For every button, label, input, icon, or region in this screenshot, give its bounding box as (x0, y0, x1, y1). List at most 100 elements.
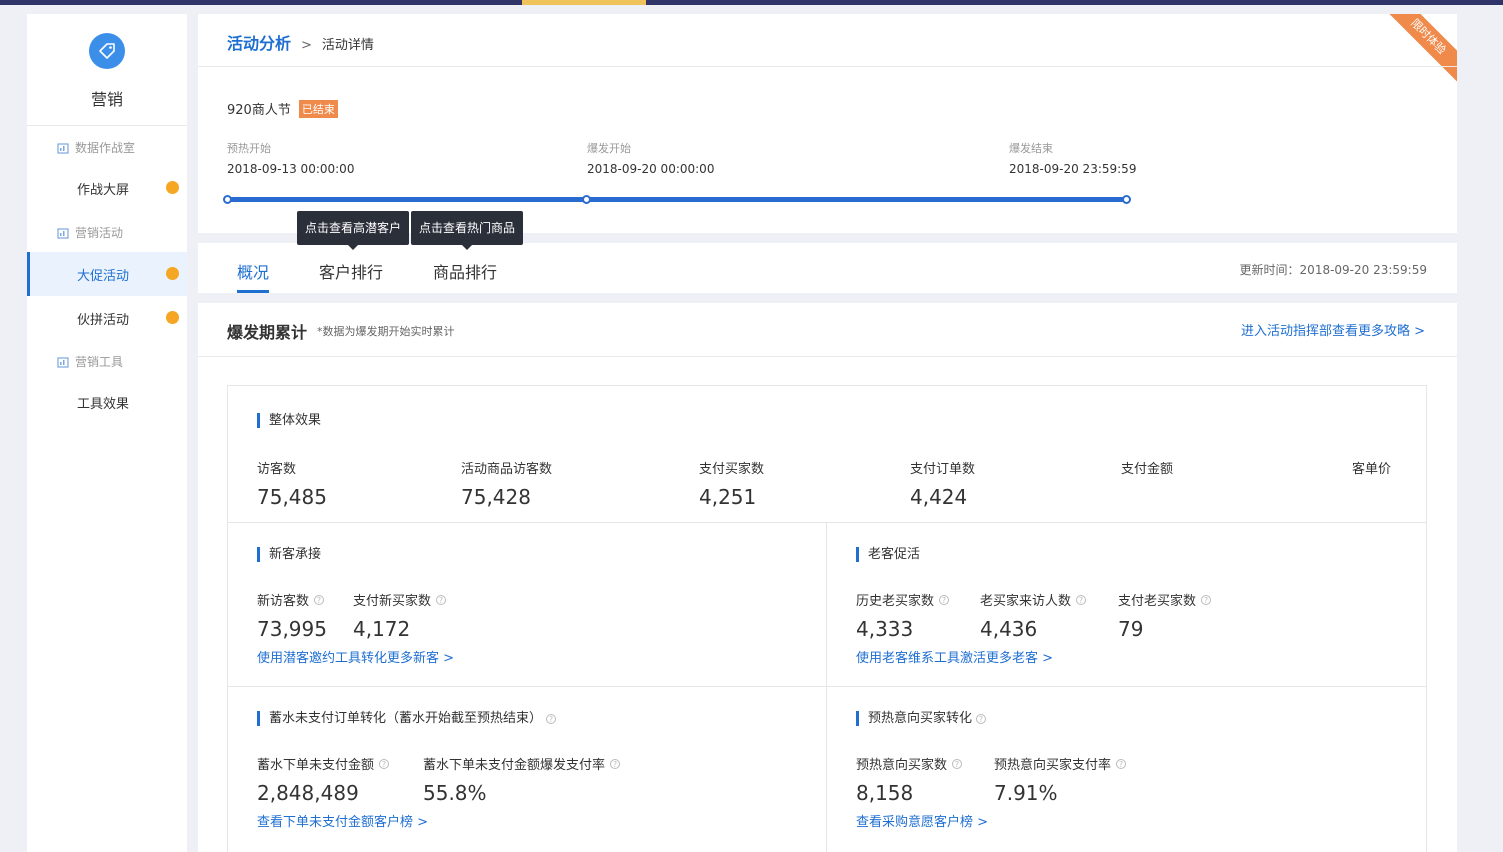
metric-label-row: 蓄水下单未支付金额? (257, 754, 390, 773)
sidebar-item-label: 大促活动 (77, 268, 130, 284)
tab-customer-ranking[interactable]: 客户排行 (319, 259, 383, 283)
top-bar-active-indicator (522, 0, 646, 5)
tooltip-hot-products: 点击查看热门商品 (411, 211, 524, 250)
metric-label: 支付新买家数 (353, 594, 432, 609)
timeline-track (228, 197, 1127, 202)
sidebar-item-group-buy[interactable]: 伙拼活动 (27, 296, 187, 340)
block-title-text: 预热意向买家转化 (868, 711, 973, 726)
metric-paid-amount: 支付金额 (1121, 458, 1173, 485)
metric-new-visitors: 新访客数? 73,995 (257, 590, 327, 641)
block-title-deposit-conversion: 蓄水未支付订单转化（蓄水开始截至预热结束）? (257, 711, 557, 726)
help-icon[interactable]: ? (976, 713, 987, 724)
timeline-node (1122, 195, 1131, 204)
metric-label: 新访客数 (257, 594, 310, 609)
metric-value: 4,424 (910, 485, 968, 509)
help-icon[interactable]: ? (379, 758, 390, 769)
help-icon[interactable]: ? (1116, 758, 1127, 769)
breadcrumb-link-activity-analysis[interactable]: 活动分析 (227, 30, 291, 54)
link-purchase-intent-ranking[interactable]: 查看采购意愿客户榜 > (856, 811, 988, 830)
metric-value: 4,251 (699, 485, 757, 509)
metric-value: 8,158 (856, 781, 914, 805)
chart-icon (57, 227, 69, 239)
phase-time: 2018-09-20 23:59:59 (1009, 162, 1137, 176)
sidebar-item-label: 伙拼活动 (77, 312, 130, 328)
block-title-preheat-conversion: 预热意向买家转化? (856, 711, 987, 726)
metric-label-row: 蓄水下单未支付金额爆发支付率? (423, 754, 621, 773)
sidebar-group-marketing-tools: 营销工具 (57, 353, 123, 370)
phase-label: 爆发开始 (587, 142, 631, 155)
help-icon[interactable]: ? (952, 758, 963, 769)
phase-burst-end: 爆发结束 2018-09-20 23:59:59 (1009, 140, 1136, 176)
metric-value: 75,428 (461, 485, 531, 509)
link-invite-potential-customers[interactable]: 使用潜客邀约工具转化更多新客 > (257, 647, 454, 666)
metric-label-row: 新访客数? (257, 590, 327, 609)
metric-preheat-intent-pay-rate: 预热意向买家支付率? 7.91% (994, 754, 1127, 805)
section-title: 爆发期累计 (227, 323, 308, 342)
top-bar (0, 0, 1503, 5)
event-title-row: 920商人节 已结束 (227, 99, 338, 118)
block-title-text: 老客促活 (868, 547, 921, 562)
metric-label-row: 支付老买家数? (1118, 590, 1212, 609)
metric-value: 4,172 (353, 617, 411, 641)
help-icon[interactable]: ? (436, 594, 447, 605)
sidebar-item-battle-screen[interactable]: 作战大屏 (27, 166, 187, 210)
sidebar-item-label: 工具效果 (77, 396, 130, 412)
metric-deposit-burst-pay-rate: 蓄水下单未支付金额爆发支付率? 55.8% (423, 754, 621, 805)
breadcrumb-separator: > (301, 38, 312, 53)
help-icon[interactable]: ? (314, 594, 325, 605)
metric-label-row: 支付新买家数? (353, 590, 447, 609)
metric-old-buyers-visited: 老买家来访人数? 4,436 (980, 590, 1087, 641)
timeline-node (223, 195, 232, 204)
metric-deposit-unpaid-amount: 蓄水下单未支付金额? 2,848,489 (257, 754, 390, 805)
tabs-bar: 概况 客户排行 商品排行 更新时间：2018-09-20 23:59:59 (198, 243, 1457, 293)
help-icon[interactable]: ? (1201, 594, 1212, 605)
help-icon[interactable]: ? (1076, 594, 1087, 605)
sidebar-item-tool-effect[interactable]: 工具效果 (27, 380, 187, 424)
notification-dot (166, 311, 179, 324)
block-title-old-customers: 老客促活 (856, 547, 920, 562)
sidebar: 营销 数据作战室 作战大屏 营销活动 大促活动 伙拼活动 营销工具 工具效果 (27, 14, 187, 852)
link-unpaid-customers-ranking[interactable]: 查看下单未支付金额客户榜 > (257, 811, 428, 830)
divider (27, 125, 187, 126)
metric-visitors: 访客数 75,485 (257, 458, 327, 509)
metric-historical-old-buyers: 历史老买家数? 4,333 (856, 590, 950, 641)
help-icon[interactable]: ? (546, 713, 557, 724)
tag-icon (89, 33, 125, 69)
metric-label: 客单价 (1352, 462, 1392, 477)
sidebar-item-big-promotion[interactable]: 大促活动 (27, 252, 187, 296)
tab-product-ranking[interactable]: 商品排行 (433, 259, 497, 283)
metric-value: 4,436 (980, 617, 1038, 641)
tab-overview[interactable]: 概况 (237, 259, 269, 283)
divider (228, 522, 1426, 523)
link-retain-old-customers[interactable]: 使用老客维系工具激活更多老客 > (856, 647, 1053, 666)
breadcrumb: 活动分析 > 活动详情 (227, 30, 374, 54)
notification-dot (166, 181, 179, 194)
help-icon[interactable]: ? (939, 594, 950, 605)
metric-old-paying-buyers: 支付老买家数? 79 (1118, 590, 1212, 641)
divider (228, 686, 1426, 687)
metric-label: 支付订单数 (910, 462, 976, 477)
update-time: 更新时间：2018-09-20 23:59:59 (1239, 263, 1427, 277)
phase-preheat-start: 预热开始 2018-09-13 00:00:00 (227, 140, 354, 176)
block-title-text: 蓄水未支付订单转化（蓄水开始截至预热结束） (269, 711, 543, 726)
metric-avg-order-value: 客单价 (1352, 458, 1391, 485)
sidebar-group-label: 营销活动 (75, 226, 124, 240)
help-icon[interactable]: ? (610, 758, 621, 769)
divider (198, 66, 1457, 67)
metric-activity-product-visitors: 活动商品访客数 75,428 (461, 458, 552, 509)
metric-label-row: 历史老买家数? (856, 590, 950, 609)
metric-value: 55.8% (423, 781, 487, 805)
metric-paying-buyers: 支付买家数 4,251 (699, 458, 764, 509)
metric-label: 支付买家数 (699, 462, 765, 477)
metric-new-paying-buyers: 支付新买家数? 4,172 (353, 590, 447, 641)
sidebar-group-label: 数据作战室 (75, 141, 136, 155)
metric-label: 蓄水下单未支付金额 (257, 758, 375, 773)
metric-label-row: 预热意向买家支付率? (994, 754, 1127, 773)
metric-value: 73,995 (257, 617, 327, 641)
metric-label: 支付金额 (1121, 462, 1174, 477)
metrics-panel: 整体效果 访客数 75,485 活动商品访客数 75,428 支付买家数 4,2… (227, 385, 1427, 852)
guide-link[interactable]: 进入活动指挥部查看更多攻略 > (1241, 320, 1425, 339)
metric-value: 4,333 (856, 617, 914, 641)
sidebar-item-label: 作战大屏 (77, 182, 130, 198)
metric-label-row: 预热意向买家数? (856, 754, 963, 773)
